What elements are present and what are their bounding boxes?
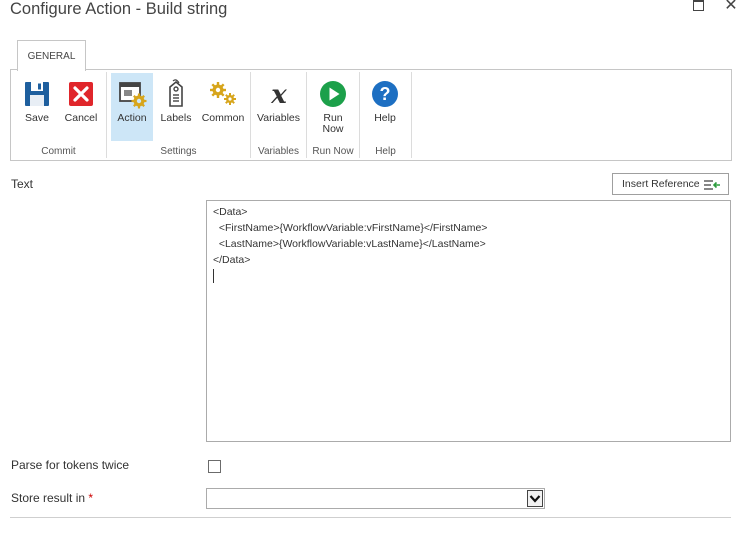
svg-text:?: ? — [380, 84, 391, 104]
text-editor[interactable]: <Data> <FirstName>{WorkflowVariable:vFir… — [206, 200, 731, 442]
close-icon[interactable]: ✕ — [722, 0, 740, 14]
help-button[interactable]: ? Help — [365, 73, 405, 141]
group-divider — [411, 72, 412, 158]
group-settings-label: Settings — [160, 146, 197, 157]
action-settings-icon — [119, 82, 147, 109]
insert-reference-icon — [704, 180, 720, 190]
tab-general[interactable]: GENERAL — [17, 40, 86, 71]
store-result-text: Store result in — [11, 491, 86, 505]
group-variables-label: Variables — [258, 146, 299, 157]
play-icon — [320, 81, 346, 107]
required-asterisk: * — [88, 491, 94, 505]
labels-label: Labels — [160, 112, 192, 124]
window-title: Configure Action - Build string — [10, 0, 228, 18]
text-cursor-line — [213, 268, 724, 284]
cancel-label: Cancel — [64, 112, 98, 124]
maximize-icon[interactable] — [690, 0, 708, 14]
chevron-down-icon — [529, 495, 541, 503]
run-now-label: Run Now — [313, 113, 353, 135]
insert-reference-label: Insert Reference — [622, 178, 700, 190]
run-now-label-line-2: Now — [322, 123, 344, 135]
tag-icon — [169, 79, 183, 107]
text-field-label: Text — [11, 177, 34, 191]
insert-reference-button[interactable]: Insert Reference — [612, 173, 729, 195]
save-label: Save — [25, 112, 49, 124]
save-button[interactable]: Save — [17, 73, 57, 141]
variable-x-icon: x — [270, 80, 287, 109]
action-button[interactable]: Action — [111, 73, 153, 141]
group-commit-label: Commit — [41, 146, 76, 157]
run-now-button[interactable]: Run Now — [313, 73, 353, 141]
variables-label: Variables — [257, 112, 300, 124]
cancel-icon — [69, 82, 93, 106]
parse-tokens-checkbox[interactable] — [208, 460, 221, 473]
variables-button[interactable]: x Variables — [254, 73, 303, 141]
labels-button[interactable]: Labels — [156, 73, 196, 141]
text-caret — [213, 269, 214, 284]
parse-tokens-label: Parse for tokens twice — [11, 458, 130, 472]
footer-divider — [10, 517, 731, 518]
dropdown-arrow[interactable] — [527, 490, 543, 507]
text-line: </Data> — [213, 254, 251, 266]
store-result-select[interactable] — [206, 488, 545, 509]
group-run-now-label: Run Now — [312, 146, 354, 157]
common-label: Common — [201, 112, 245, 124]
text-line: <LastName>{WorkflowVariable:vLastName}</… — [213, 238, 486, 250]
help-label: Help — [374, 112, 396, 124]
action-label: Action — [117, 112, 147, 124]
cancel-button[interactable]: Cancel — [61, 73, 101, 141]
ribbon: Save Cancel Commit Action Labels Common … — [10, 69, 732, 161]
common-button[interactable]: Common — [199, 73, 247, 141]
store-result-label: Store result in * — [11, 491, 93, 505]
svg-text:x: x — [270, 80, 287, 109]
text-line: <Data> — [213, 206, 248, 218]
gears-icon — [210, 82, 236, 105]
help-icon: ? — [372, 81, 398, 107]
text-line: <FirstName>{WorkflowVariable:vFirstName}… — [213, 222, 488, 234]
save-icon — [25, 82, 49, 106]
group-help-label: Help — [375, 146, 396, 157]
